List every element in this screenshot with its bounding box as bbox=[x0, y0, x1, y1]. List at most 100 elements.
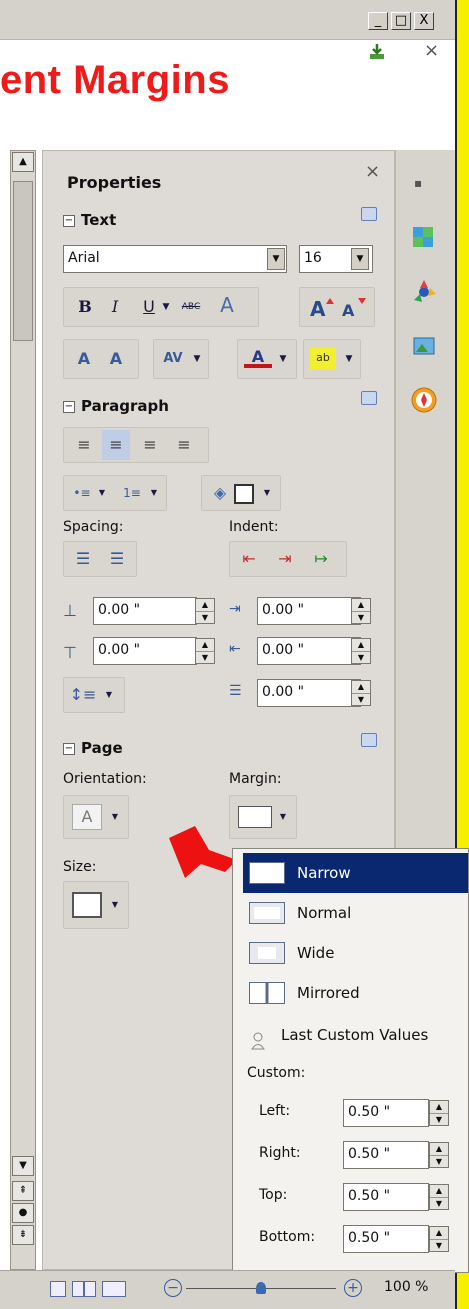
text-collapse-icon[interactable]: − bbox=[63, 215, 75, 227]
align-justify-icon[interactable]: ≡ bbox=[170, 430, 198, 460]
after-text-field[interactable]: 0.00 " bbox=[257, 637, 361, 665]
panel-close-icon[interactable]: × bbox=[365, 161, 380, 182]
below-spinner[interactable]: ▲ ▼ bbox=[195, 638, 215, 664]
chevron-down-icon[interactable]: ▼ bbox=[276, 802, 290, 832]
minimize-button[interactable]: _ bbox=[368, 12, 388, 30]
bottom-margin-field[interactable]: 0.50 " bbox=[343, 1225, 429, 1253]
chevron-down-icon[interactable]: ▼ bbox=[190, 344, 204, 374]
navigator-icon[interactable] bbox=[410, 386, 438, 414]
italic-button[interactable]: I bbox=[104, 292, 126, 322]
page-collapse-icon[interactable]: − bbox=[63, 743, 75, 755]
before-text-spinner[interactable]: ▲ ▼ bbox=[351, 598, 371, 624]
chevron-down-icon[interactable]: ▼ bbox=[267, 248, 285, 270]
shadow-button[interactable]: A bbox=[212, 290, 242, 320]
deck-menu-icon[interactable]: ▪ bbox=[414, 176, 422, 190]
right-margin-spinner[interactable]: ▲ ▼ bbox=[429, 1142, 449, 1168]
page-size-icon[interactable] bbox=[72, 892, 102, 918]
increase-spacing-icon[interactable]: ☰ bbox=[68, 544, 98, 574]
numbering-icon[interactable]: 1≡ bbox=[118, 478, 146, 508]
chevron-down-icon[interactable]: ▼ bbox=[342, 344, 356, 374]
status-bar: − + 100 % bbox=[0, 1270, 455, 1309]
zoom-out-button[interactable]: − bbox=[164, 1279, 182, 1297]
margin-option-narrow[interactable]: Narrow bbox=[243, 853, 468, 893]
multi-page-view-icon[interactable] bbox=[72, 1281, 96, 1297]
chevron-down-icon[interactable]: ▼ bbox=[260, 478, 274, 508]
decrease-spacing-icon[interactable]: ☰ bbox=[102, 544, 132, 574]
browse-button[interactable]: ● bbox=[12, 1203, 34, 1223]
orientation-page-icon[interactable]: A bbox=[72, 804, 102, 830]
chevron-down-icon[interactable]: ▼ bbox=[148, 478, 160, 508]
single-page-view-icon[interactable] bbox=[50, 1281, 66, 1297]
underline-button[interactable]: U bbox=[138, 292, 160, 322]
margin-option-normal[interactable]: Normal bbox=[243, 893, 468, 933]
decrease-indent-icon[interactable]: ⇥ bbox=[270, 544, 300, 574]
gallery-icon[interactable] bbox=[410, 332, 438, 360]
styles-icon[interactable] bbox=[410, 278, 438, 306]
zoom-in-button[interactable]: + bbox=[344, 1279, 362, 1297]
margin-dropdown: Narrow Normal Wide Mirrored Last Custom … bbox=[232, 848, 469, 1273]
chevron-down-icon[interactable]: ▼ bbox=[102, 680, 116, 710]
scroll-up-button[interactable]: ▲ bbox=[12, 152, 34, 172]
below-spacing-field[interactable]: 0.00 " bbox=[93, 637, 197, 665]
right-margin-label: Right: bbox=[259, 1145, 301, 1161]
before-text-field[interactable]: 0.00 " bbox=[257, 597, 361, 625]
increase-indent-icon[interactable]: ⇤ bbox=[234, 544, 264, 574]
after-text-spinner[interactable]: ▲ ▼ bbox=[351, 638, 371, 664]
scroll-thumb[interactable] bbox=[13, 181, 33, 341]
zoom-slider-thumb[interactable] bbox=[256, 1282, 266, 1294]
first-line-spinner[interactable]: ▲ ▼ bbox=[351, 680, 371, 706]
left-margin-spinner[interactable]: ▲ ▼ bbox=[429, 1100, 449, 1126]
close-window-button[interactable]: X bbox=[414, 12, 434, 30]
maximize-button[interactable]: □ bbox=[391, 12, 411, 30]
lowercase-icon[interactable]: A bbox=[102, 344, 130, 374]
chevron-down-icon[interactable]: ▼ bbox=[96, 478, 108, 508]
chevron-down-icon[interactable]: ▼ bbox=[160, 292, 172, 322]
properties-icon[interactable] bbox=[410, 222, 438, 250]
margin-option-mirrored[interactable]: Mirrored bbox=[243, 973, 468, 1013]
align-center-icon[interactable]: ≡ bbox=[102, 430, 130, 460]
margin-option-last-custom[interactable]: Last Custom Values bbox=[243, 1015, 468, 1055]
next-page-button[interactable]: ⇟ bbox=[12, 1225, 34, 1245]
chevron-down-icon[interactable]: ▼ bbox=[276, 344, 290, 374]
first-line-field[interactable]: 0.00 " bbox=[257, 679, 361, 707]
download-icon[interactable] bbox=[366, 42, 388, 62]
increase-font-icon[interactable]: A bbox=[308, 294, 334, 322]
font-color-icon[interactable]: A bbox=[244, 342, 272, 368]
prev-page-button[interactable]: ⇞ bbox=[12, 1181, 34, 1201]
chevron-down-icon[interactable]: ▼ bbox=[108, 890, 122, 920]
character-spacing-icon[interactable]: AV bbox=[158, 344, 188, 374]
align-right-icon[interactable]: ≡ bbox=[136, 430, 164, 460]
bold-button[interactable]: B bbox=[74, 292, 96, 322]
decrease-font-icon[interactable]: A bbox=[340, 294, 366, 322]
line-spacing-icon[interactable]: ↕≡ bbox=[68, 680, 98, 710]
vertical-scrollbar[interactable]: ▲ ▼ ⇞ ● ⇟ bbox=[10, 150, 36, 1270]
border-icon[interactable] bbox=[234, 484, 254, 504]
strikethrough-button[interactable]: ABC bbox=[176, 292, 206, 322]
book-view-icon[interactable] bbox=[102, 1281, 126, 1297]
paragraph-collapse-icon[interactable]: − bbox=[63, 401, 75, 413]
top-margin-spinner[interactable]: ▲ ▼ bbox=[429, 1184, 449, 1210]
margin-option-wide[interactable]: Wide bbox=[243, 933, 468, 973]
hanging-indent-icon[interactable]: ↦ bbox=[306, 544, 336, 574]
close-docked-icon[interactable]: × bbox=[424, 40, 439, 61]
font-name-field[interactable]: Arial bbox=[63, 245, 287, 273]
text-more-options-icon[interactable] bbox=[361, 207, 377, 221]
highlight-icon[interactable]: ab bbox=[310, 348, 336, 370]
uppercase-icon[interactable]: A bbox=[70, 344, 98, 374]
page-more-options-icon[interactable] bbox=[361, 733, 377, 747]
case-toolbar: A A bbox=[63, 339, 139, 379]
align-left-icon[interactable]: ≡ bbox=[70, 430, 98, 460]
chevron-down-icon[interactable]: ▼ bbox=[108, 802, 122, 832]
scroll-down-button[interactable]: ▼ bbox=[12, 1156, 34, 1176]
zoom-level[interactable]: 100 % bbox=[384, 1279, 428, 1295]
paragraph-more-options-icon[interactable] bbox=[361, 391, 377, 405]
left-margin-field[interactable]: 0.50 " bbox=[343, 1099, 429, 1127]
top-margin-field[interactable]: 0.50 " bbox=[343, 1183, 429, 1211]
chevron-down-icon[interactable]: ▼ bbox=[351, 248, 369, 270]
bullets-icon[interactable]: •≡ bbox=[68, 478, 96, 508]
bottom-margin-spinner[interactable]: ▲ ▼ bbox=[429, 1226, 449, 1252]
paint-bucket-icon[interactable]: ◈ bbox=[206, 478, 234, 508]
above-spinner[interactable]: ▲ ▼ bbox=[195, 598, 215, 624]
above-spacing-field[interactable]: 0.00 " bbox=[93, 597, 197, 625]
right-margin-field[interactable]: 0.50 " bbox=[343, 1141, 429, 1169]
